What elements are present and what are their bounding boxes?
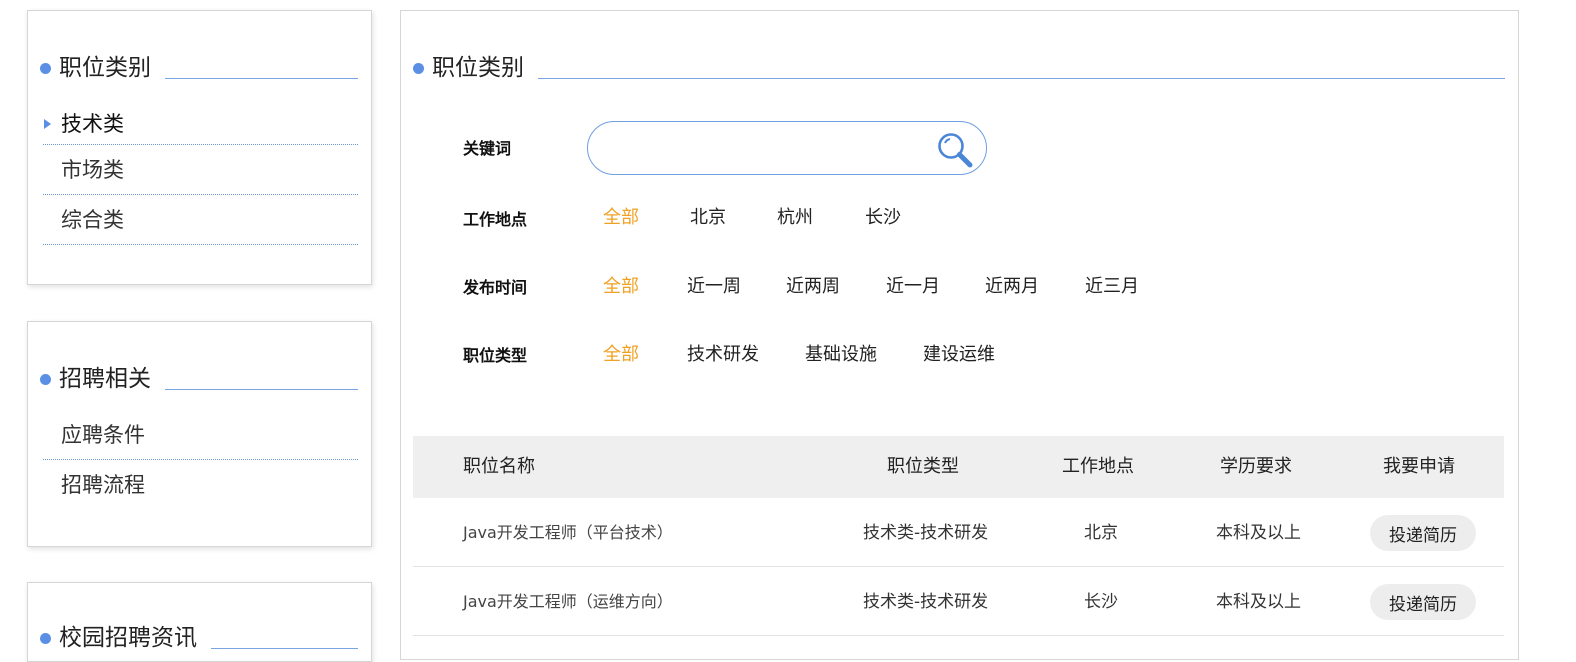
job-type-label: 职位类型: [463, 346, 528, 365]
location-option-hangzhou[interactable]: 杭州: [777, 203, 813, 229]
job-name[interactable]: Java开发工程师（运维方向）: [463, 568, 673, 636]
type-option-all[interactable]: 全部: [603, 340, 639, 366]
location-option-beijing[interactable]: 北京: [690, 203, 726, 229]
sidebar-panel-job-category: 职位类别 技术类 市场类 综合类: [27, 10, 372, 285]
title-divider: [538, 78, 1505, 79]
publish-time-label: 发布时间: [463, 278, 528, 297]
bullet-dot-icon: [40, 633, 51, 644]
table-row: Java开发工程师（运维方向） 技术类-技术研发 长沙 本科及以上 投递简历: [413, 568, 1504, 636]
section-title-text: 招聘相关: [59, 366, 151, 392]
title-divider: [211, 648, 358, 649]
time-option-month[interactable]: 近一月: [886, 272, 940, 298]
main-title-text: 职位类别: [432, 55, 524, 81]
time-option-two-weeks[interactable]: 近两周: [786, 272, 840, 298]
table-row: Java开发工程师（平台技术） 技术类-技术研发 北京 本科及以上 投递简历: [413, 499, 1504, 567]
sidebar-item-label: 应聘条件: [61, 423, 145, 447]
sidebar-item-label: 技术类: [61, 112, 124, 136]
table-header: 职位名称 职位类型 工作地点 学历要求 我要申请: [413, 436, 1504, 498]
sidebar-item-general[interactable]: 综合类: [43, 195, 358, 245]
time-option-three-months[interactable]: 近三月: [1085, 272, 1139, 298]
sidebar-item-label: 综合类: [61, 208, 124, 232]
bullet-dot-icon: [40, 374, 51, 385]
job-type: 技术类-技术研发: [863, 523, 989, 543]
keyword-label: 关键词: [463, 139, 512, 158]
bullet-dot-icon: [413, 63, 424, 74]
title-divider: [165, 389, 358, 390]
time-option-two-months[interactable]: 近两月: [985, 272, 1039, 298]
type-option-ops[interactable]: 建设运维: [923, 340, 995, 366]
sidebar-panel-campus: 校园招聘资讯: [27, 582, 372, 662]
job-location: 北京: [1084, 523, 1118, 543]
keyword-input[interactable]: [608, 134, 932, 164]
type-option-rd[interactable]: 技术研发: [687, 340, 759, 366]
sidebar-item-label: 招聘流程: [61, 473, 145, 497]
type-option-infra[interactable]: 基础设施: [805, 340, 877, 366]
section-title: 职位类别: [40, 53, 358, 83]
search-box[interactable]: [587, 121, 987, 175]
job-name[interactable]: Java开发工程师（平台技术）: [463, 499, 673, 567]
location-label: 工作地点: [463, 210, 528, 229]
header-job-type: 职位类型: [887, 456, 959, 477]
title-divider: [165, 78, 358, 79]
location-option-changsha[interactable]: 长沙: [865, 203, 901, 229]
sidebar-item-tech[interactable]: 技术类: [43, 109, 358, 145]
apply-button[interactable]: 投递简历: [1370, 515, 1476, 551]
sidebar-item-process[interactable]: 招聘流程: [43, 460, 358, 510]
bullet-dot-icon: [40, 63, 51, 74]
job-education: 本科及以上: [1216, 523, 1301, 543]
location-option-all[interactable]: 全部: [603, 203, 639, 229]
header-job-name: 职位名称: [463, 456, 535, 477]
main-panel: 职位类别 关键词 工作地点 全部 北京 杭州 长沙 发布时间 全部 近一周 近两…: [400, 10, 1519, 660]
sidebar-item-market[interactable]: 市场类: [43, 145, 358, 195]
job-type: 技术类-技术研发: [863, 592, 989, 612]
recruit-list: 应聘条件 招聘流程: [43, 410, 358, 510]
job-education: 本科及以上: [1216, 592, 1301, 612]
section-title: 招聘相关: [40, 364, 358, 394]
sidebar-panel-recruit: 招聘相关 应聘条件 招聘流程: [27, 321, 372, 547]
time-option-week[interactable]: 近一周: [687, 272, 741, 298]
sidebar-item-conditions[interactable]: 应聘条件: [43, 410, 358, 460]
triangle-right-icon: [44, 119, 51, 129]
section-title-text: 校园招聘资讯: [59, 625, 197, 651]
header-location: 工作地点: [1062, 456, 1134, 477]
time-option-all[interactable]: 全部: [603, 272, 639, 298]
sidebar-item-label: 市场类: [61, 158, 124, 182]
header-education: 学历要求: [1220, 456, 1292, 477]
search-icon[interactable]: [936, 131, 974, 169]
category-list: 技术类 市场类 综合类: [43, 109, 358, 245]
job-location: 长沙: [1084, 592, 1118, 612]
section-title-text: 职位类别: [59, 55, 151, 81]
apply-button[interactable]: 投递简历: [1370, 584, 1476, 620]
main-title: 职位类别: [413, 53, 1505, 83]
header-apply: 我要申请: [1383, 456, 1455, 477]
section-title: 校园招聘资讯: [40, 623, 358, 653]
